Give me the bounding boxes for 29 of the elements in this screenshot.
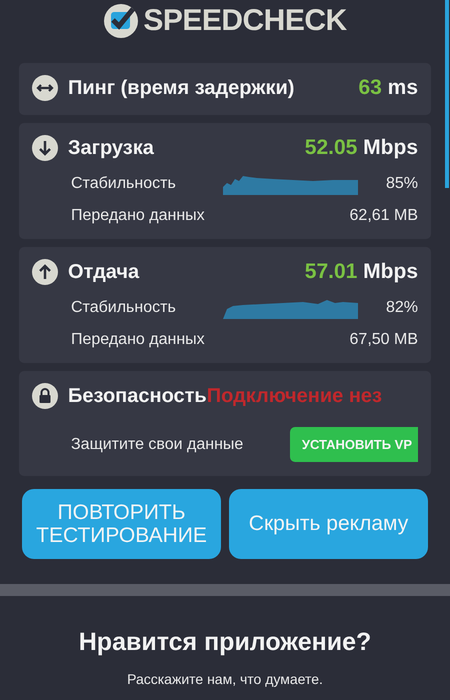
speed-value: 57.01 xyxy=(304,260,358,283)
speed-value: 52.05 xyxy=(304,136,358,159)
ping-value: 63 xyxy=(358,76,382,99)
security-status: Подключение нез xyxy=(206,384,382,408)
speed-label: Отдача xyxy=(68,260,140,284)
padlock-icon xyxy=(32,383,58,409)
stability-value: 82% xyxy=(384,299,418,317)
stability-label: Стабильность xyxy=(71,299,176,317)
hide-ads-button[interactable]: Скрыть рекламу xyxy=(229,489,428,559)
stability-label: Стабильность xyxy=(71,175,176,193)
data-label: Передано данных xyxy=(71,331,205,349)
stability-value: 85% xyxy=(384,175,418,193)
data-label: Передано данных xyxy=(71,207,205,225)
speed-unit: Mbps xyxy=(363,260,418,283)
check-logo-icon xyxy=(103,3,140,39)
data-value: 62,61 MB xyxy=(350,207,418,225)
protect-prompt: Защитите свои данные xyxy=(71,436,244,454)
rating-title: Нравится приложение? xyxy=(78,628,372,657)
speed-unit: Mbps xyxy=(363,136,418,159)
install-vpn-button[interactable]: УСТАНОВИТЬ VP xyxy=(290,427,418,462)
data-value: 67,50 MB xyxy=(350,331,418,349)
rating-subtitle: Расскажите нам, что думаете. xyxy=(127,671,323,687)
security-label: Безопасность xyxy=(68,384,207,408)
ping-unit: ms xyxy=(388,76,418,99)
ping-label: Пинг (время задержки) xyxy=(68,76,294,100)
app-logo: SPEEDCHECK xyxy=(143,4,347,38)
speed-label: Загрузка xyxy=(68,136,154,160)
horizontal-arrows-icon xyxy=(32,75,58,101)
retest-button[interactable]: ПОВТОРИТЬ ТЕСТИРОВАНИЕ xyxy=(22,489,221,559)
